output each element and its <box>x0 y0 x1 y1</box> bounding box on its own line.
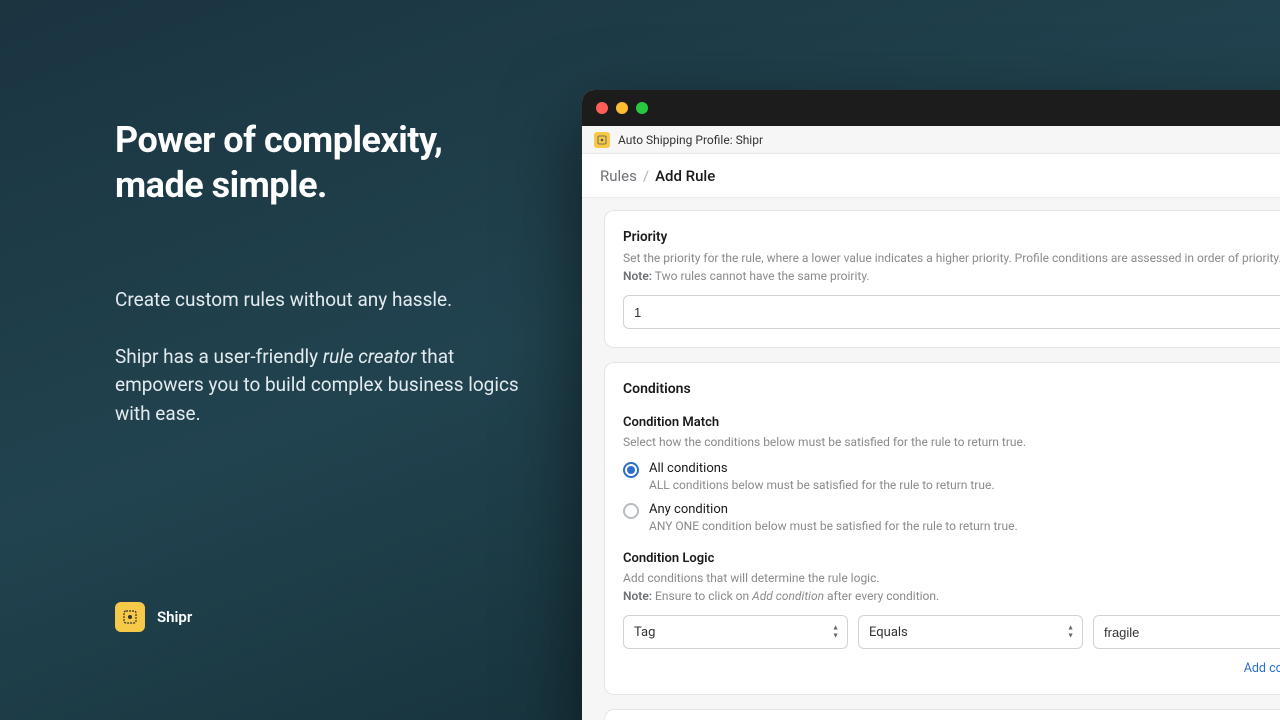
minimize-icon[interactable] <box>616 102 628 114</box>
condition-logic-desc: Add conditions that will determine the r… <box>623 569 1280 605</box>
select-chevron-icon: ▲▼ <box>1067 625 1074 640</box>
radio-any-desc: ANY ONE condition below must be satisfie… <box>649 519 1018 533</box>
radio-body: All conditions ALL conditions below must… <box>649 461 995 492</box>
radio-all-conditions[interactable]: All conditions ALL conditions below must… <box>623 461 1280 492</box>
headline-line-2: made simple. <box>115 164 327 206</box>
breadcrumb: Rules / Add Rule <box>582 154 1280 198</box>
subhead-1: Create custom rules without any hassle. <box>115 286 535 315</box>
marketing-column: Power of complexity, made simple. Create… <box>115 118 535 428</box>
condition-logic-note-b: after every condition. <box>824 589 939 603</box>
window-titlebar <box>582 90 1280 126</box>
conditions-card: Conditions Condition Match Select how th… <box>604 362 1280 695</box>
condition-logic-desc-text: Add conditions that will determine the r… <box>623 571 880 585</box>
headline: Power of complexity, made simple. <box>115 118 535 208</box>
radio-icon[interactable] <box>623 503 639 519</box>
radio-icon[interactable] <box>623 462 639 478</box>
app-window: Auto Shipping Profile: Shipr Rules / Add… <box>582 90 1280 720</box>
maximize-icon[interactable] <box>636 102 648 114</box>
add-condition-link[interactable]: Add conditio <box>1244 661 1280 676</box>
priority-note-text: Two rules cannot have the same proirity. <box>652 269 870 283</box>
conditions-title: Conditions <box>623 381 1280 397</box>
brand-row: Shipr <box>115 602 192 632</box>
condition-match-label: Condition Match <box>623 415 1280 430</box>
app-header-title: Auto Shipping Profile: Shipr <box>618 133 763 147</box>
condition-field-value: Tag <box>634 625 655 640</box>
radio-body: Any condition ANY ONE condition below mu… <box>649 502 1018 533</box>
brand-name: Shipr <box>157 608 192 626</box>
condition-logic-label: Condition Logic <box>623 551 1280 566</box>
next-card-preview <box>604 709 1280 720</box>
condition-logic-note-a: Ensure to click on <box>652 589 752 603</box>
priority-title: Priority <box>623 229 1280 245</box>
app-header-icon <box>594 132 610 148</box>
priority-note-label: Note: <box>623 269 652 283</box>
priority-desc: Set the priority for the rule, where a l… <box>623 249 1280 285</box>
shipr-logo-icon <box>115 602 145 632</box>
condition-operator-select[interactable]: Equals ▲▼ <box>858 615 1083 649</box>
condition-field-select[interactable]: Tag ▲▼ <box>623 615 848 649</box>
subhead-2-a: Shipr has a user-friendly <box>115 345 323 368</box>
condition-logic-note-label: Note: <box>623 589 652 603</box>
priority-input[interactable] <box>623 295 1280 329</box>
condition-match-block: Condition Match Select how the condition… <box>623 415 1280 533</box>
select-chevron-icon: ▲▼ <box>832 625 839 640</box>
app-header: Auto Shipping Profile: Shipr <box>582 126 1280 154</box>
radio-all-label: All conditions <box>649 461 995 476</box>
priority-input-wrap: ▲ ▼ <box>623 295 1280 329</box>
content-area: Priority Set the priority for the rule, … <box>582 198 1280 720</box>
radio-any-label: Any condition <box>649 502 1018 517</box>
condition-logic-row: Tag ▲▼ Equals ▲▼ <box>623 615 1280 649</box>
subhead-2-em: rule creator <box>323 345 416 368</box>
priority-card: Priority Set the priority for the rule, … <box>604 210 1280 348</box>
subhead-2: Shipr has a user-friendly rule creator t… <box>115 343 535 429</box>
condition-logic-block: Condition Logic Add conditions that will… <box>623 551 1280 676</box>
breadcrumb-current: Add Rule <box>655 167 715 185</box>
add-condition-row: Add conditio <box>623 657 1280 676</box>
condition-value-input[interactable] <box>1093 615 1280 649</box>
radio-any-condition[interactable]: Any condition ANY ONE condition below mu… <box>623 502 1280 533</box>
condition-operator-value: Equals <box>869 625 908 640</box>
radio-all-desc: ALL conditions below must be satisfied f… <box>649 478 995 492</box>
condition-match-desc: Select how the conditions below must be … <box>623 433 1280 451</box>
condition-logic-note-em: Add condition <box>752 589 824 603</box>
close-icon[interactable] <box>596 102 608 114</box>
breadcrumb-parent[interactable]: Rules <box>600 167 637 185</box>
headline-line-1: Power of complexity, <box>115 119 442 161</box>
priority-desc-text: Set the priority for the rule, where a l… <box>623 251 1280 265</box>
breadcrumb-separator-icon: / <box>643 167 649 185</box>
